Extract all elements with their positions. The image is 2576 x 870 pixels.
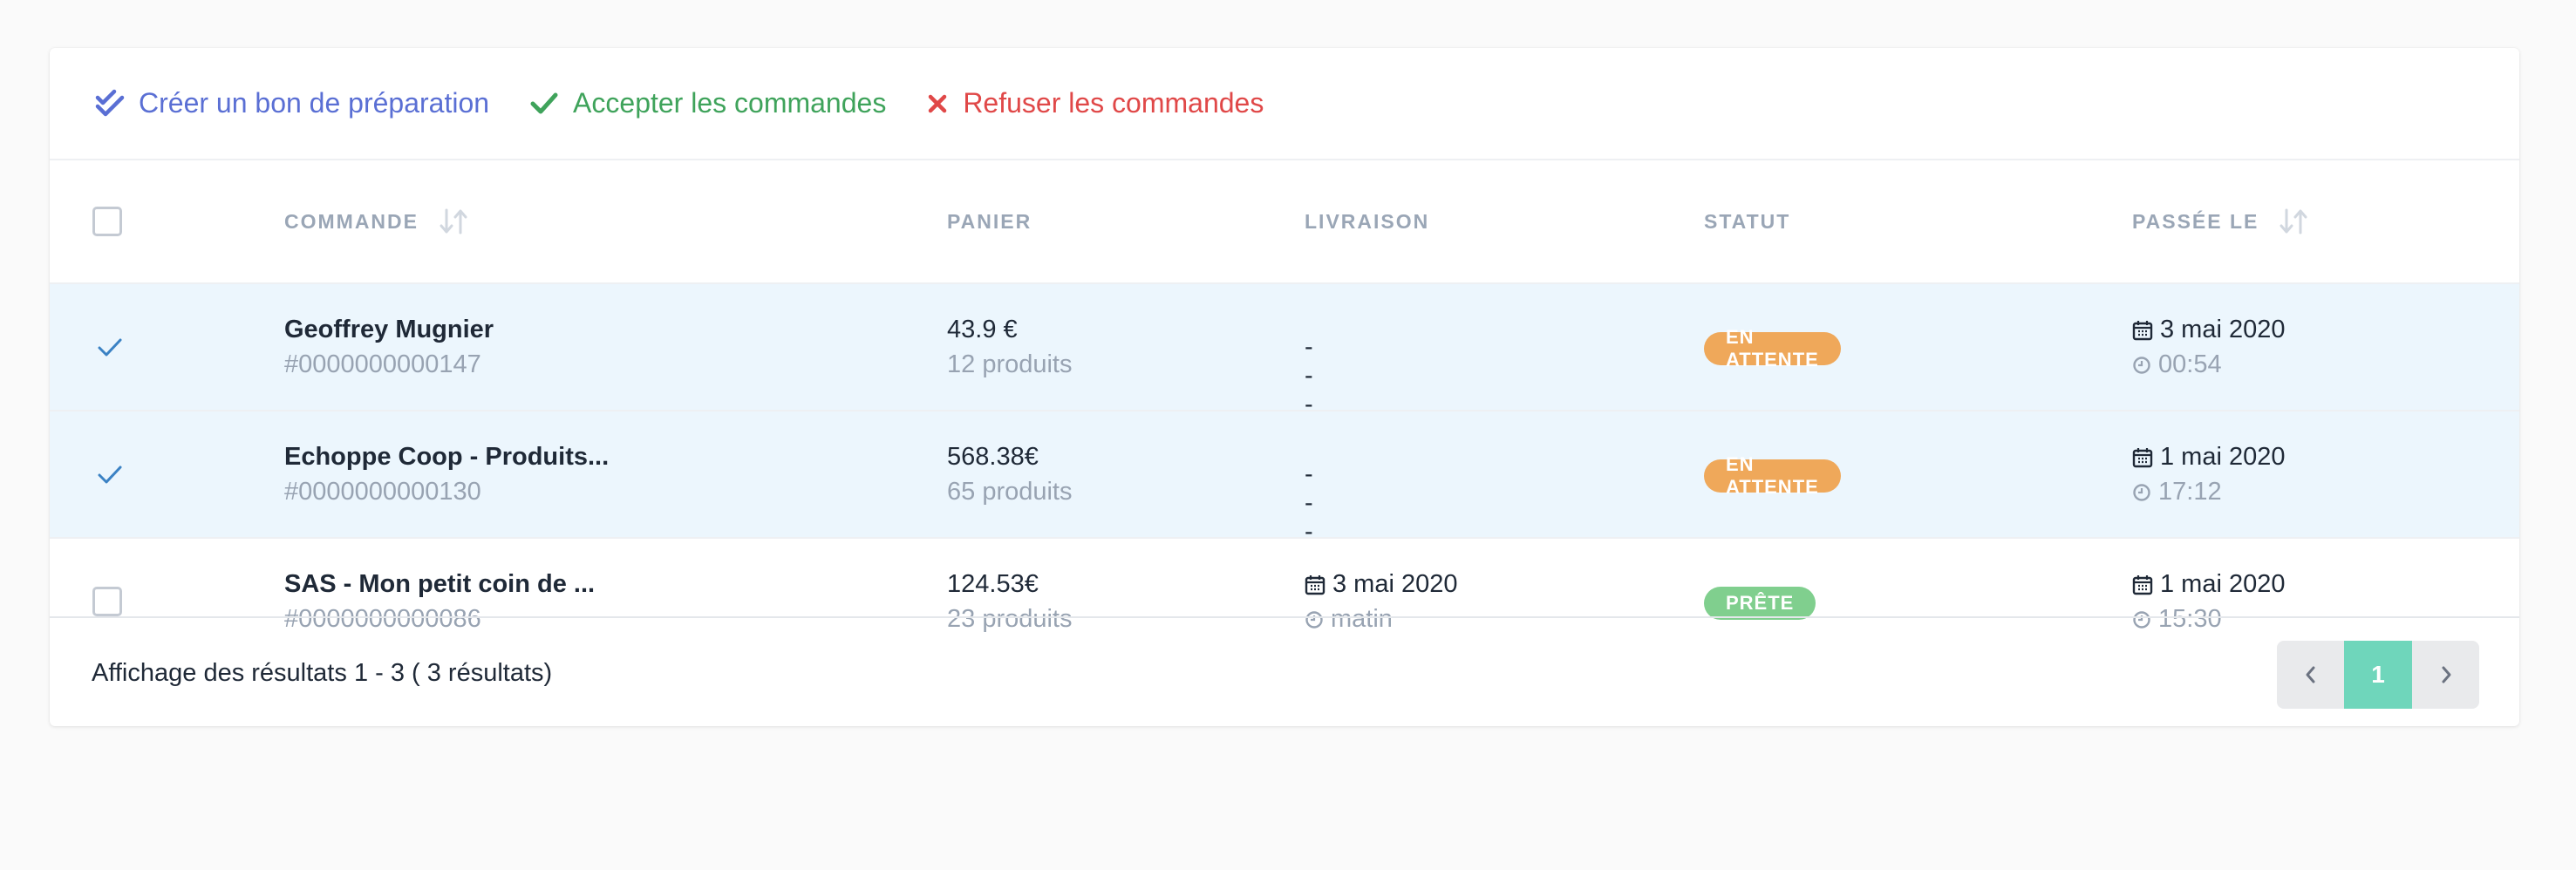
calendar-icon [2132, 574, 2153, 595]
status-badge: EN ATTENTE [1704, 326, 1841, 370]
chevron-right-icon [2442, 666, 2450, 683]
results-summary: Affichage des résultats 1 - 3 ( 3 résult… [92, 659, 552, 688]
double-check-icon [95, 89, 125, 116]
cart-product-count: 65 produits [947, 478, 1073, 506]
table-footer: Affichage des résultats 1 - 3 ( 3 résult… [50, 616, 2519, 726]
order-date: 1 mai 2020 [2132, 443, 2286, 472]
calendar-icon [2132, 320, 2153, 340]
select-all-checkbox[interactable] [92, 207, 122, 236]
check-icon[interactable] [95, 335, 125, 361]
column-statut-label: STATUT [1704, 209, 1791, 233]
column-livraison-label: LIVRAISON [1305, 209, 1430, 233]
column-statut-header: STATUT [1704, 160, 1790, 282]
order-date: 1 mai 2020 [2132, 570, 2286, 599]
column-panier-header: PANIER [947, 160, 1032, 282]
bulk-actions-toolbar: Créer un bon de préparation Accepter les… [50, 48, 2519, 160]
customer-name[interactable]: Echoppe Coop - Produits... [284, 443, 609, 472]
results-prefix: Affichage des résultats [92, 659, 347, 687]
column-commande-header[interactable]: COMMANDE [284, 160, 469, 282]
orders-card: Créer un bon de préparation Accepter les… [50, 48, 2519, 726]
delivery-empty: --- [1305, 460, 1313, 546]
chevron-left-icon [2306, 666, 2314, 683]
accept-orders-button[interactable]: Accepter les commandes [529, 87, 886, 119]
table-header: COMMANDE PANIER LIVRAISON STATUT PASSÉE … [50, 160, 2519, 282]
previous-page-button[interactable] [2277, 641, 2344, 709]
column-passee-le-header[interactable]: PASSÉE LE [2132, 160, 2309, 282]
column-commande-label: COMMANDE [284, 209, 419, 233]
customer-name[interactable]: SAS - Mon petit coin de ... [284, 570, 595, 599]
next-page-button[interactable] [2412, 641, 2479, 709]
order-id: #0000000000147 [284, 350, 481, 378]
pagination: 1 [2277, 641, 2479, 709]
create-prep-label: Créer un bon de préparation [139, 87, 490, 119]
delivery-date: 3 mai 2020 [1305, 570, 1458, 599]
delivery-date-text: 3 mai 2020 [1332, 570, 1458, 598]
cart-product-count: 12 produits [947, 350, 1073, 378]
sort-icon[interactable] [2278, 207, 2309, 236]
sort-icon[interactable] [438, 207, 469, 236]
clock-icon [2133, 483, 2150, 501]
order-date-text: 3 mai 2020 [2160, 316, 2286, 343]
calendar-icon [1305, 574, 1325, 595]
refuse-orders-label: Refuser les commandes [963, 87, 1264, 119]
table-row[interactable]: Echoppe Coop - Produits... #000000000013… [50, 410, 2519, 546]
order-time-text: 17:12 [2158, 478, 2222, 506]
order-date: 3 mai 2020 [2132, 316, 2286, 344]
order-date-text: 1 mai 2020 [2160, 443, 2286, 471]
cart-total: 124.53€ [947, 570, 1039, 598]
table-row[interactable]: Geoffrey Mugnier #0000000000147 43.9 € 1… [50, 282, 2519, 418]
column-livraison-header: LIVRAISON [1305, 160, 1429, 282]
cart-total: 568.38€ [947, 443, 1039, 471]
clock-icon [2133, 356, 2150, 374]
calendar-icon [2132, 447, 2153, 467]
accept-orders-label: Accepter les commandes [573, 87, 887, 119]
order-time: 00:54 [2132, 350, 2222, 379]
column-panier-label: PANIER [947, 209, 1032, 233]
results-total: ( 3 résultats) [412, 659, 553, 687]
row-checkbox[interactable] [92, 587, 122, 616]
refuse-orders-button[interactable]: Refuser les commandes [926, 87, 1264, 119]
cart-total: 43.9 € [947, 316, 1018, 343]
create-prep-button[interactable]: Créer un bon de préparation [95, 87, 489, 119]
order-id: #0000000000130 [284, 478, 481, 506]
delivery-empty: --- [1305, 333, 1313, 418]
x-icon [929, 94, 947, 112]
order-date-text: 1 mai 2020 [2160, 570, 2286, 598]
page-1-button[interactable]: 1 [2344, 641, 2412, 709]
status-badge: PRÊTE [1704, 587, 1816, 620]
check-icon[interactable] [95, 462, 125, 488]
customer-name[interactable]: Geoffrey Mugnier [284, 316, 494, 344]
check-icon [530, 92, 558, 113]
status-badge: EN ATTENTE [1704, 453, 1841, 498]
order-time: 17:12 [2132, 478, 2222, 506]
column-passee-le-label: PASSÉE LE [2132, 209, 2259, 233]
results-range: 1 - 3 [353, 659, 405, 687]
order-time-text: 00:54 [2158, 350, 2222, 378]
